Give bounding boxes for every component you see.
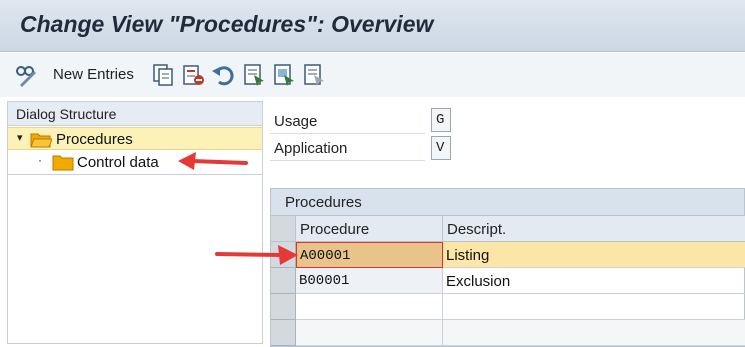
procedure-cell[interactable]: A00001 <box>296 242 443 268</box>
select-all-icon[interactable] <box>242 63 266 87</box>
description-cell[interactable] <box>443 320 745 346</box>
delete-icon[interactable] <box>181 63 205 87</box>
tree-item-label: Procedures <box>56 131 133 148</box>
description-cell[interactable] <box>443 294 745 320</box>
select-block-icon[interactable] <box>272 63 296 87</box>
annotation-arrow-control-data <box>178 152 248 170</box>
application-field[interactable]: V <box>431 136 451 160</box>
procedures-table: Procedures Procedure Descript. A00001 Li… <box>270 188 745 347</box>
title-bar: Change View "Procedures": Overview <box>0 0 745 52</box>
undo-icon[interactable] <box>211 63 235 87</box>
annotation-arrow-procedure-row <box>215 245 298 265</box>
divider <box>8 174 262 175</box>
column-header-procedure[interactable]: Procedure <box>296 216 443 242</box>
tree-item-label: Control data <box>77 154 159 171</box>
deselect-all-icon[interactable] <box>302 63 326 87</box>
dialog-structure-panel: Dialog Structure ▾ Procedures · Control … <box>7 101 263 344</box>
expand-toggle-icon[interactable]: ▾ <box>17 131 23 144</box>
page-title: Change View "Procedures": Overview <box>20 11 434 37</box>
leaf-dot-icon: · <box>38 153 42 167</box>
new-entries-button[interactable]: New Entries <box>53 66 134 83</box>
row-selector[interactable] <box>271 320 296 346</box>
row-selector[interactable] <box>271 268 296 294</box>
procedure-cell[interactable] <box>296 294 443 320</box>
description-cell[interactable]: Exclusion <box>443 268 745 294</box>
toolbar: New Entries <box>0 53 745 97</box>
display-change-icon[interactable] <box>14 63 38 87</box>
open-folder-icon <box>30 133 52 148</box>
select-all-corner[interactable] <box>271 216 296 242</box>
description-cell[interactable]: Listing <box>443 242 745 268</box>
folder-icon <box>52 155 74 171</box>
column-header-description[interactable]: Descript. <box>443 216 745 242</box>
usage-field[interactable]: G <box>431 108 451 132</box>
row-selector[interactable] <box>271 294 296 320</box>
application-label: Application <box>270 135 425 161</box>
copy-icon[interactable] <box>151 63 175 87</box>
tree-item-procedures[interactable]: ▾ Procedures <box>8 127 262 150</box>
dialog-structure-header: Dialog Structure <box>8 102 262 126</box>
procedure-cell[interactable] <box>296 320 443 346</box>
usage-label: Usage <box>270 108 425 134</box>
table-title: Procedures <box>271 189 744 216</box>
procedure-cell[interactable]: B00001 <box>296 268 443 294</box>
